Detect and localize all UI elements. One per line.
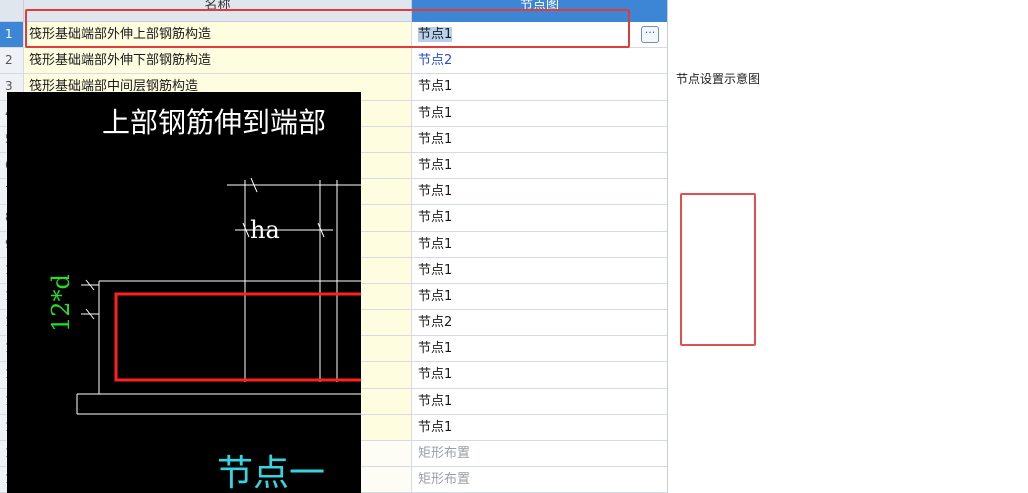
node-label: 节点一 (217, 453, 325, 493)
node-diagram: 上部钢筋伸到端部 ha 12*d 节点一 (47, 106, 361, 493)
row-node-value: 节点1 (418, 210, 453, 226)
dimension-12d: 12*d (47, 274, 75, 332)
row-node-cell[interactable]: 节点1 (412, 414, 667, 440)
row-node-cell[interactable]: 节点1 (412, 388, 667, 414)
table-row[interactable]: 2 筏形基础端部外伸下部钢筋构造 节点2 (0, 48, 667, 75)
row-node-cell[interactable]: 节点1 (412, 179, 667, 205)
row-node-cell[interactable]: 节点1 (412, 205, 667, 231)
row-node-value: 节点1 (418, 131, 453, 147)
dimension-ha: ha (250, 216, 280, 244)
row-node-value: 矩形布置 (418, 472, 471, 488)
row-node-cell[interactable]: 节点1 (412, 126, 667, 152)
row-node-value: 节点1 (418, 262, 453, 278)
row-node-cell[interactable]: 节点1 (412, 74, 667, 100)
header-row-number (0, 0, 24, 22)
row-node-value: 节点1 (418, 105, 453, 121)
highlight-box-12d (680, 193, 756, 346)
row-node-value: 矩形布置 (418, 446, 471, 461)
more-options-button[interactable]: ··· (641, 26, 659, 43)
row-node-value: 节点1 (418, 341, 453, 357)
row-node-cell[interactable]: 节点1 (412, 152, 667, 179)
row-node-cell[interactable]: 节点2 (412, 310, 667, 336)
row-node-cell[interactable]: 矩形布置 (412, 441, 667, 467)
row-number[interactable]: 1 (0, 22, 24, 48)
row-node-value: 节点1 (418, 157, 453, 173)
row-node-value: 节点2 (418, 315, 453, 331)
row-node-value: 节点1 (418, 393, 453, 409)
row-node-cell[interactable]: 节点1 (412, 257, 667, 283)
row-node-value: 节点1 (418, 236, 453, 252)
row-node-cell[interactable]: 节点1 (412, 283, 667, 310)
row-node-value: 节点2 (418, 53, 453, 69)
row-node-cell[interactable]: 节点1 (412, 231, 667, 257)
row-number[interactable]: 2 (0, 48, 24, 74)
diagram-heading: 上部钢筋伸到端部 (102, 106, 326, 139)
row-node-cell[interactable]: 节点1 (412, 362, 667, 388)
row-node-cell[interactable]: 节点1 (412, 336, 667, 362)
row-name-cell[interactable]: 筏形基础端部外伸下部钢筋构造 (24, 48, 412, 74)
node-diagram-canvas: 上部钢筋伸到端部 ha 12*d 节点一 (7, 92, 361, 493)
highlight-box-row-1 (25, 9, 630, 48)
preview-title: 节点设置示意图 (676, 72, 761, 86)
row-node-value: 节点1 (418, 288, 453, 304)
row-node-cell[interactable]: 节点1 (412, 100, 667, 126)
row-node-cell[interactable]: 节点2 (412, 48, 667, 74)
row-node-value: 节点1 (418, 419, 453, 435)
row-node-value: 节点1 (418, 367, 453, 383)
row-node-value: 节点1 (418, 184, 453, 200)
row-node-cell[interactable]: 矩形布置 (412, 467, 667, 493)
row-node-value: 节点1 (418, 79, 453, 95)
